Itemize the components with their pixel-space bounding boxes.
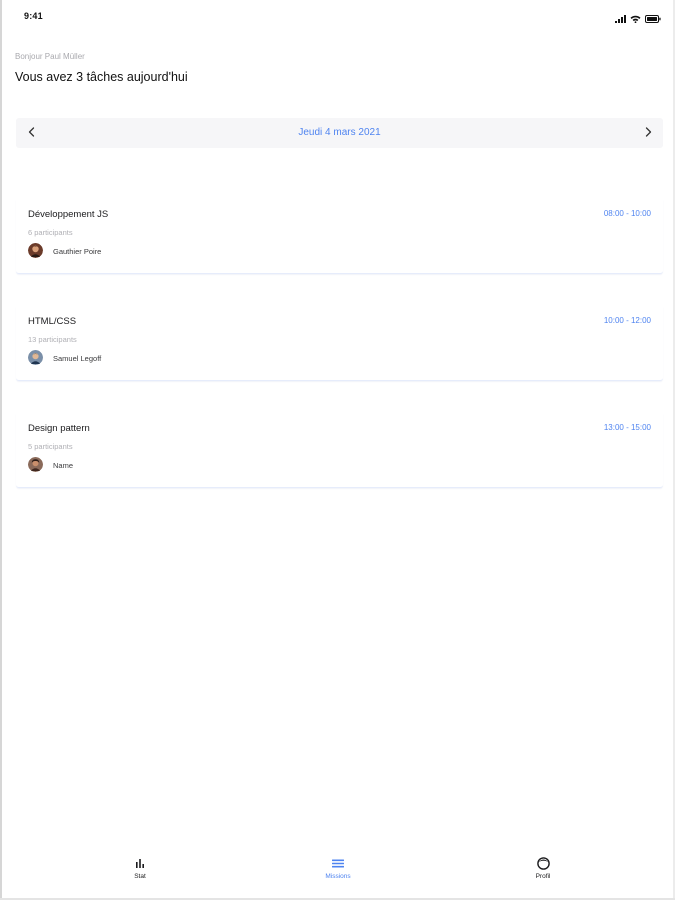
- mission-participants: 13 participants: [28, 335, 77, 344]
- mission-participants: 6 participants: [28, 228, 73, 237]
- mission-card[interactable]: Développement JS 08:00 - 10:00 6 partici…: [16, 198, 663, 274]
- avatar: [28, 350, 43, 365]
- mission-card[interactable]: Design pattern 13:00 - 15:00 5 participa…: [16, 412, 663, 488]
- mission-host-name: Name: [53, 461, 74, 470]
- tab-stat[interactable]: Stat: [80, 856, 200, 888]
- mission-card[interactable]: HTML/CSS 10:00 - 12:00 13 participants S…: [16, 305, 663, 381]
- mission-title: Design pattern: [28, 423, 90, 434]
- next-day-button[interactable]: [633, 118, 663, 148]
- mission-time: 13:00 - 15:00: [603, 423, 651, 432]
- mission-time: 08:00 - 10:00: [603, 209, 651, 218]
- page-title: Vous avez 3 tâches aujourd'hui: [15, 70, 188, 84]
- mission-time: 10:00 - 12:00: [603, 316, 651, 325]
- current-date-label[interactable]: Jeudi 4 mars 2021: [16, 127, 663, 138]
- window-border-left: [0, 0, 2, 900]
- tab-label: Profil: [535, 873, 551, 880]
- status-bar: 9:41: [0, 0, 675, 32]
- tab-profil[interactable]: Profil: [483, 856, 603, 888]
- avatar: [28, 243, 43, 258]
- status-time: 9:41: [24, 11, 43, 21]
- profile-icon: [536, 856, 550, 870]
- mission-host-name: Gauthier Poire: [53, 247, 102, 256]
- battery-icon: [645, 10, 661, 28]
- avatar: [28, 457, 43, 472]
- tab-label: Stat: [134, 873, 146, 880]
- list-icon: [332, 856, 344, 870]
- tab-label: Missions: [325, 873, 351, 880]
- wifi-icon: [630, 10, 641, 28]
- mission-title: HTML/CSS: [28, 316, 77, 327]
- mission-host-name: Samuel Legoff: [53, 354, 102, 363]
- mission-title: Développement JS: [28, 209, 109, 220]
- greeting-text: Bonjour Paul Müller: [15, 52, 85, 61]
- chevron-right-icon: [645, 124, 652, 142]
- tab-bar: Stat Missions Profil: [0, 848, 675, 900]
- mission-participants: 5 participants: [28, 442, 73, 451]
- date-navigator: Jeudi 4 mars 2021: [16, 118, 663, 148]
- signal-icon: [615, 10, 626, 28]
- bar-chart-icon: [135, 856, 145, 870]
- tab-missions[interactable]: Missions: [278, 856, 398, 888]
- status-icons: [615, 10, 661, 28]
